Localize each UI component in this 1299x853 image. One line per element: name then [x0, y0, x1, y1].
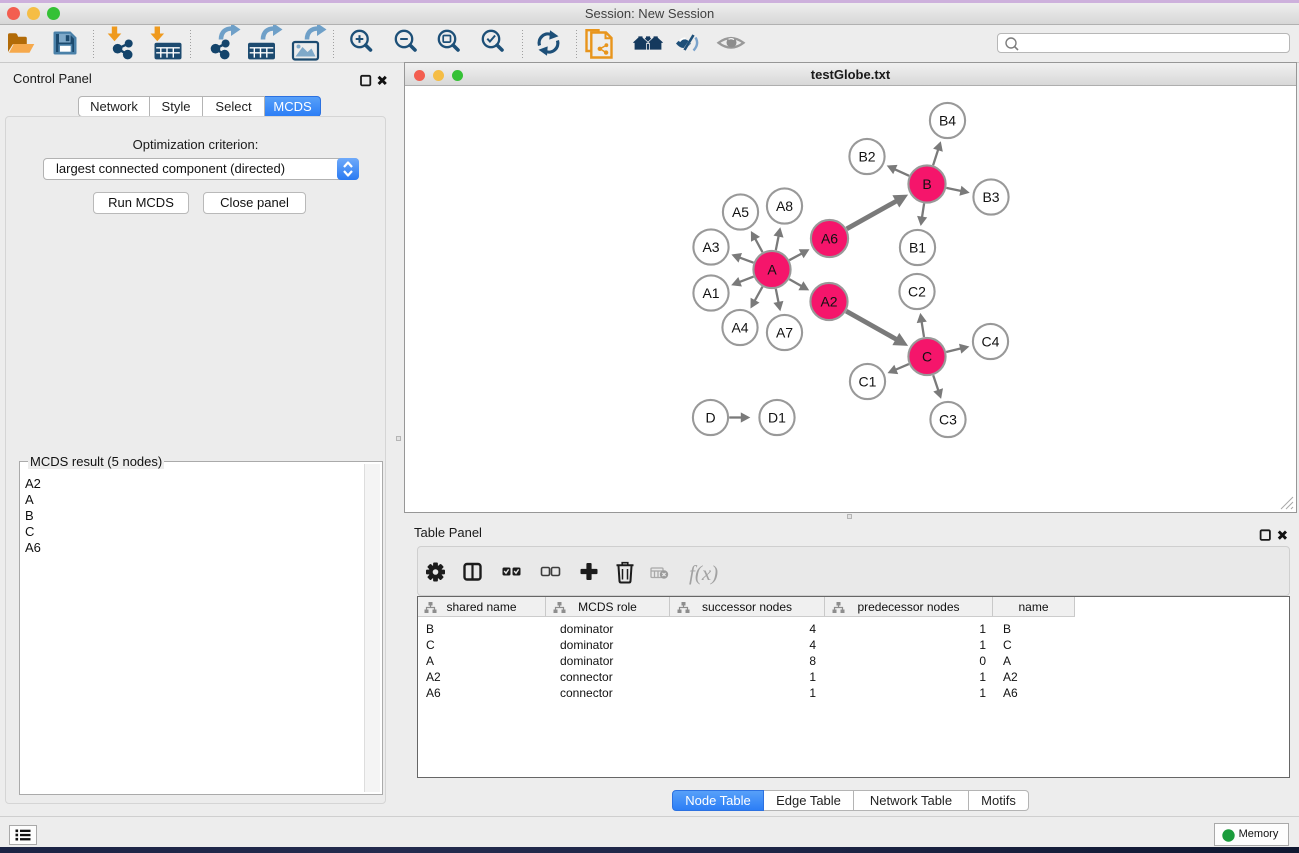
svg-text:D1: D1	[768, 409, 786, 425]
svg-text:B3: B3	[982, 189, 999, 205]
svg-text:f(x): f(x)	[689, 561, 718, 585]
svg-text:A1: A1	[702, 285, 719, 301]
svg-text:B2: B2	[858, 148, 875, 164]
svg-text:A: A	[767, 261, 777, 277]
svg-text:C3: C3	[939, 411, 957, 427]
svg-text:C1: C1	[859, 373, 877, 389]
svg-text:C4: C4	[982, 333, 1000, 349]
svg-text:A2: A2	[820, 293, 837, 309]
svg-text:B4: B4	[939, 112, 956, 128]
svg-text:C: C	[922, 348, 932, 364]
svg-text:D: D	[705, 409, 715, 425]
svg-text:B1: B1	[909, 239, 926, 255]
svg-text:A6: A6	[821, 230, 838, 246]
svg-text:A3: A3	[702, 239, 719, 255]
svg-text:A4: A4	[731, 319, 748, 335]
svg-text:A5: A5	[732, 204, 749, 220]
svg-text:C2: C2	[908, 283, 926, 299]
svg-text:A7: A7	[776, 324, 793, 340]
svg-text:B: B	[922, 176, 931, 192]
svg-text:A8: A8	[776, 198, 793, 214]
